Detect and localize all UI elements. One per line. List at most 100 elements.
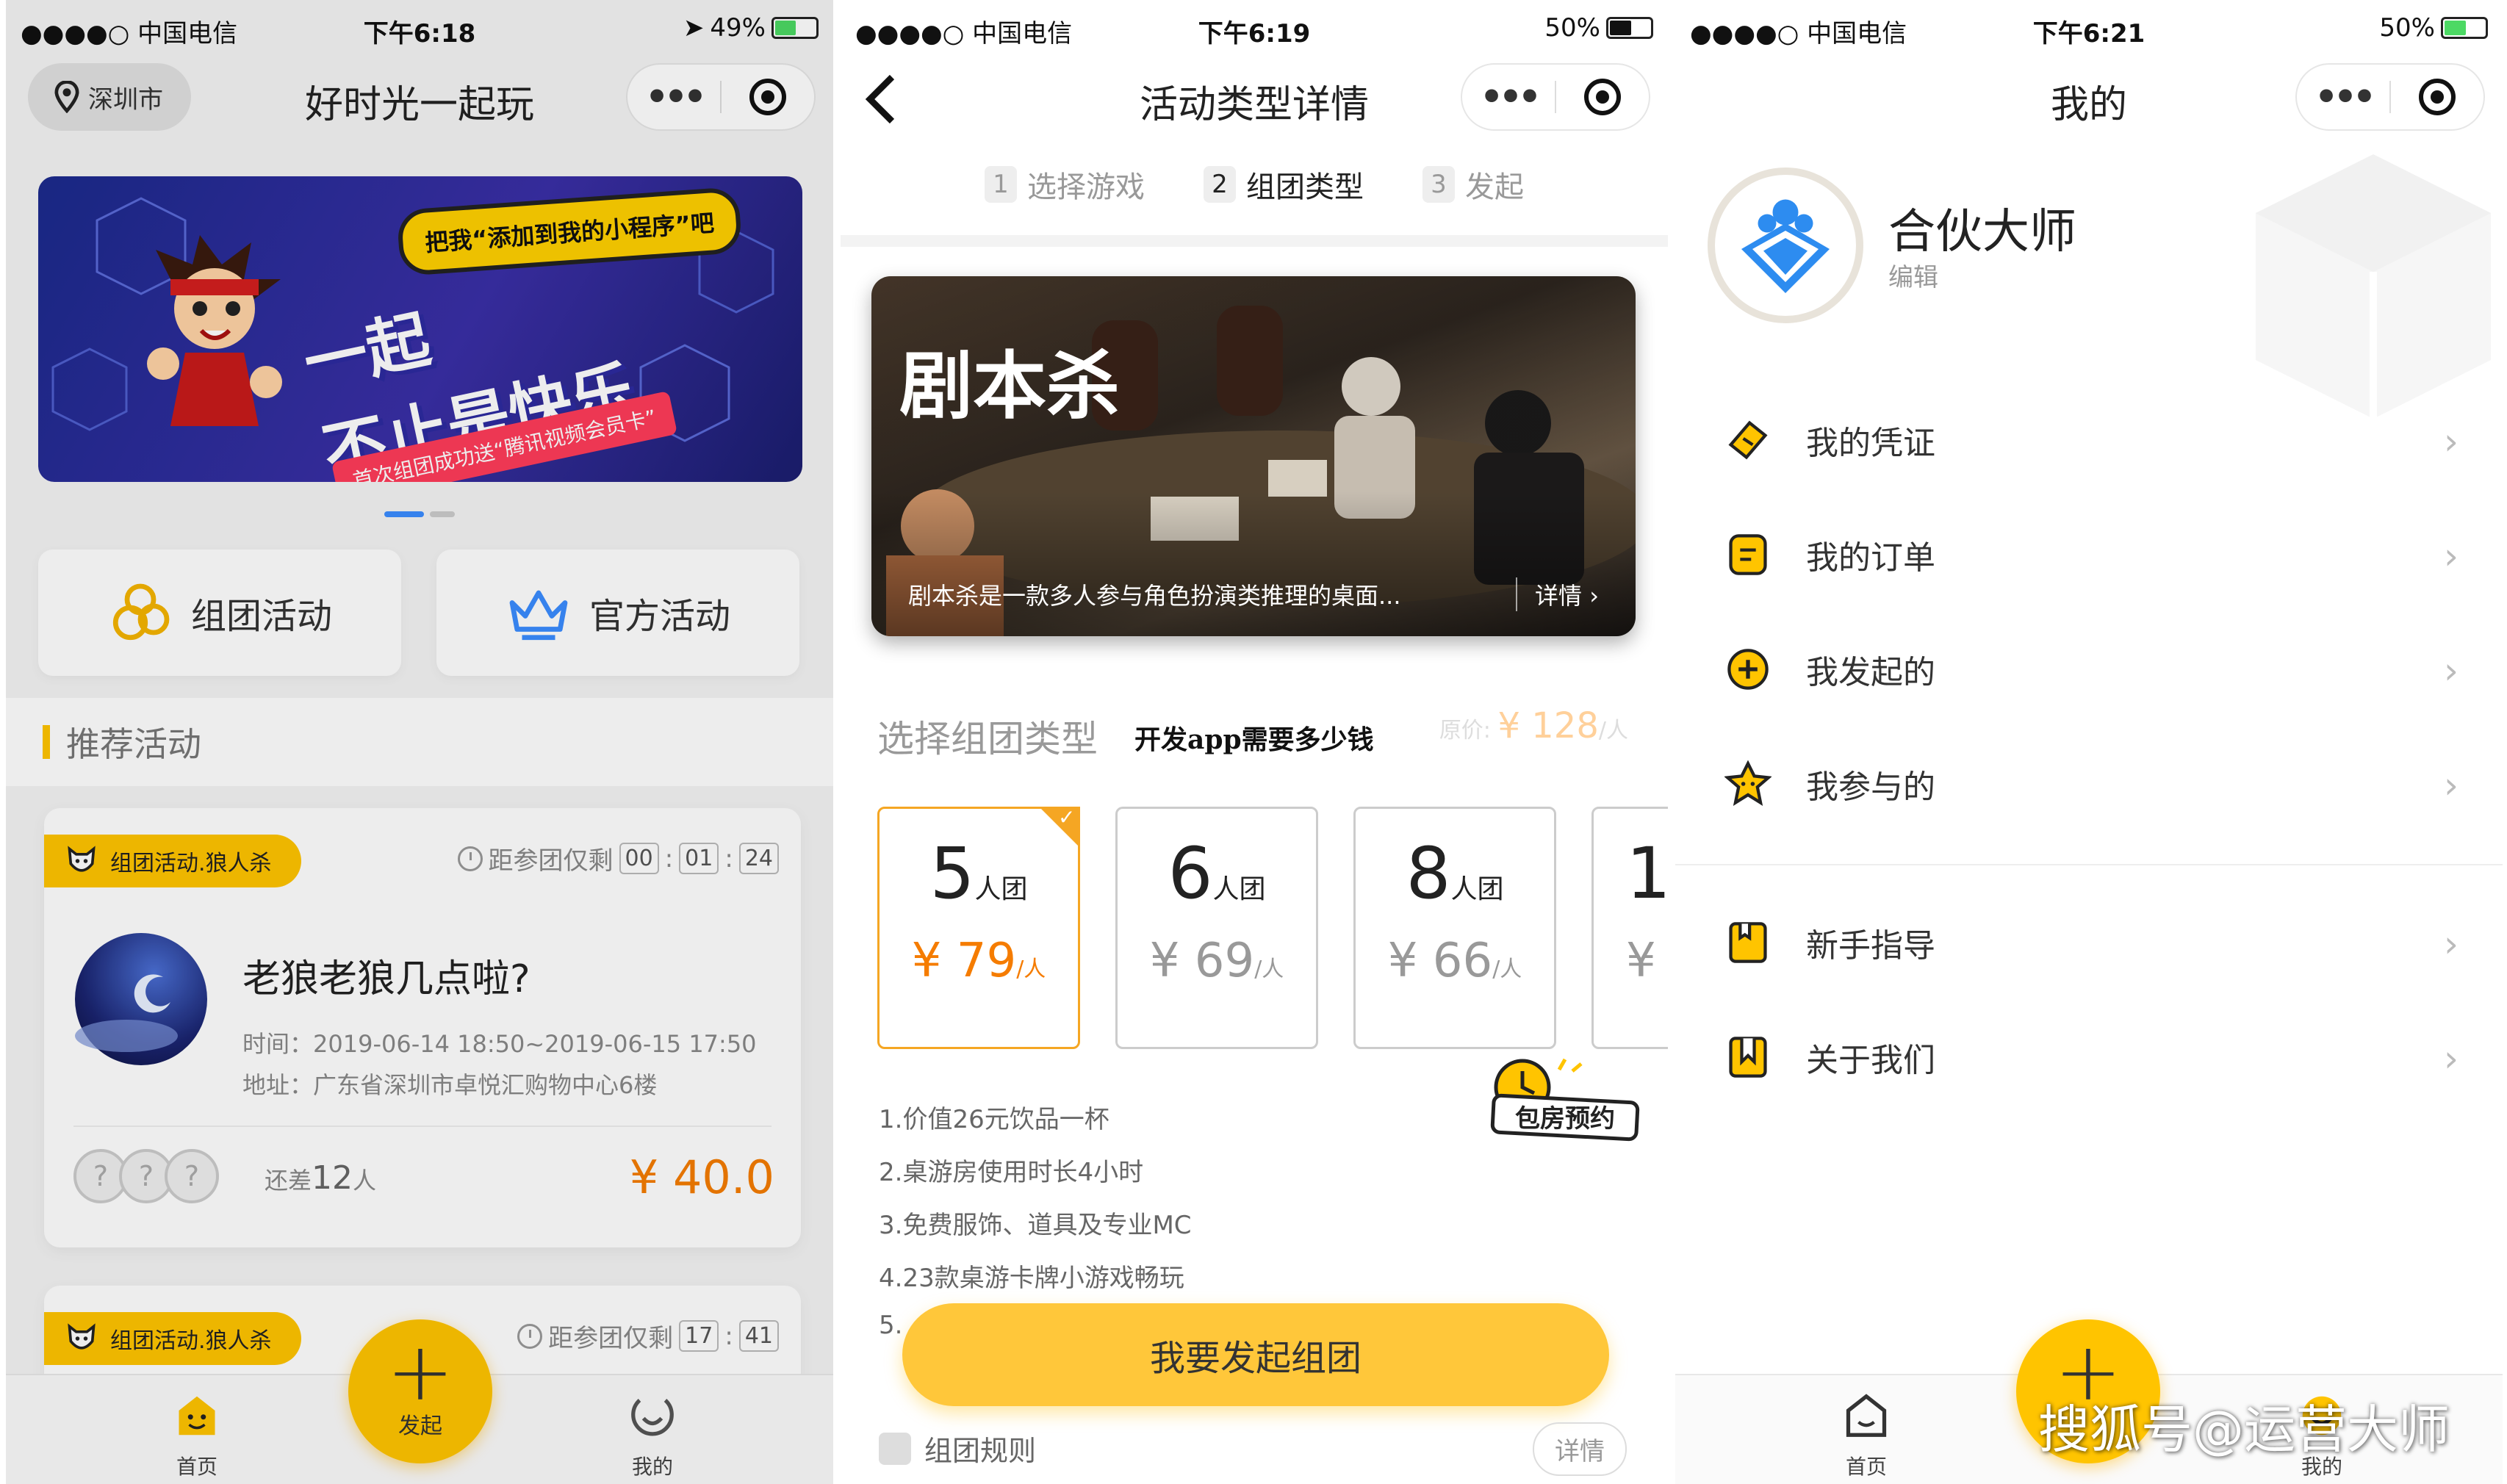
menu-about-us[interactable]: 关于我们 › — [1675, 1002, 2503, 1112]
group-activity-button[interactable]: 组团活动 — [38, 550, 401, 676]
game-description: 剧本杀是一款多人参与角色扮演类推理的桌面... — [908, 582, 1401, 610]
step-2[interactable]: 2 组团类型 — [1204, 163, 1364, 206]
promo-banner[interactable]: 一起 不止是快乐 首次组团成功送“腾讯视频会员卡” 把我“添加到我的小程序”吧 — [38, 176, 802, 482]
activity-time: 时间：2019-06-14 18:50~2019-06-15 17:50 — [242, 1030, 757, 1058]
tab-home-label: 首页 — [176, 1455, 217, 1479]
group-option-10[interactable]: 10 ¥ — [1591, 807, 1668, 1049]
battery-percent: 50% — [2379, 13, 2435, 43]
tab-mine[interactable]: 我的 — [594, 1390, 711, 1480]
battery-icon — [1606, 17, 1653, 39]
select-type-heading: 选择组团类型 — [877, 718, 1098, 760]
close-program-button[interactable] — [722, 79, 814, 115]
battery-icon — [2441, 17, 2488, 39]
target-icon — [749, 79, 786, 115]
step-number: 1 — [985, 166, 1017, 203]
activity-thumbnail — [75, 933, 207, 1065]
tab-home[interactable]: 首页 — [1808, 1390, 1925, 1480]
screen-profile: ●●●●○ 中国电信 下午6:21 50% 我的 ••• 合伙大师 编辑 我的凭 — [1675, 0, 2503, 1484]
activity-tag: 组团活动.狼人杀 — [44, 1312, 301, 1365]
battery-status: ➤ 49% — [683, 13, 819, 43]
chevron-right-icon: › — [2444, 420, 2459, 463]
activity-card[interactable]: 组团活动.狼人杀 距参团仅剩 00: 01: 24 老狼老狼几点啦? 时间：20… — [44, 808, 801, 1247]
original-price: 原价: ¥ 128/人 — [1439, 705, 1628, 746]
activity-tag-label: 组团活动.狼人杀 — [110, 1328, 272, 1354]
selected-check-icon — [1039, 805, 1080, 848]
location-arrow-icon: ➤ — [683, 13, 705, 43]
partner-logo-icon — [1741, 199, 1830, 293]
official-activity-button[interactable]: 官方活动 — [436, 550, 799, 676]
group-option-6[interactable]: 6人团 ¥ 69/人 — [1115, 807, 1318, 1049]
group-rules-label: 组团规则 — [924, 1435, 1037, 1467]
avatar: ? — [165, 1149, 219, 1203]
bookmark-icon — [1729, 1037, 1767, 1078]
benefit-item: 2.桌游房使用时长4小时 — [879, 1158, 1144, 1187]
menu-label: 关于我们 — [1806, 1042, 1935, 1079]
status-bar: ●●●●○ 中国电信 下午6:21 50% — [1675, 0, 2503, 59]
menu-my-voucher[interactable]: 我的凭证 › — [1675, 385, 2503, 495]
crown-icon — [509, 590, 568, 641]
remaining-suffix: 人 — [353, 1167, 377, 1195]
clock-icon — [457, 846, 483, 871]
group-option-8[interactable]: 8人团 ¥ 66/人 — [1353, 807, 1556, 1049]
menu-label: 我的订单 — [1806, 539, 1935, 577]
people-icon — [112, 583, 170, 641]
menu-label: 我发起的 — [1806, 654, 1935, 691]
order-list-icon — [1729, 534, 1767, 575]
tab-home[interactable]: 首页 — [138, 1390, 256, 1480]
status-time: 下午6:21 — [2032, 19, 2145, 48]
smile-icon — [631, 1399, 674, 1436]
section-recommended: 推荐活动 — [6, 698, 833, 786]
plus-icon: + — [386, 1325, 455, 1419]
step-number: 2 — [1204, 166, 1236, 203]
group-rules[interactable]: 组团规则 — [879, 1428, 1036, 1469]
menu-launched-by-me[interactable]: 我发起的 › — [1675, 614, 2503, 724]
home-face-icon — [1846, 1394, 1887, 1437]
option-price: ¥ 69 — [1149, 934, 1255, 988]
wolf-mask-icon — [68, 1323, 96, 1350]
chevron-right-icon: › — [2444, 649, 2459, 692]
remaining-count: 12 — [312, 1159, 353, 1197]
menu-beginner-guide[interactable]: 新手指导 › — [1675, 887, 2503, 998]
battery-percent: 49% — [710, 13, 766, 43]
close-program-button[interactable] — [1556, 79, 1649, 115]
edit-profile-link[interactable]: 编辑 — [1888, 257, 1938, 293]
step-1[interactable]: 1 选择游戏 — [985, 163, 1145, 206]
start-group-button[interactable]: 我要发起组团 — [902, 1303, 1609, 1406]
watermark-text: 开发app需要多少钱 — [1134, 724, 1374, 755]
battery-percent: 50% — [1544, 13, 1600, 43]
option-size: 10 — [1626, 832, 1668, 915]
benefit-item: 4.23款桌游卡牌小游戏畅玩 — [879, 1264, 1184, 1293]
chevron-right-icon: › — [2444, 764, 2459, 807]
game-hero-card[interactable]: 剧本杀 剧本杀是一款多人参与角色扮演类推理的桌面... 详情 › — [871, 276, 1636, 636]
group-activity-label: 组团活动 — [190, 596, 332, 637]
step-number: 3 — [1422, 166, 1455, 203]
avatar[interactable] — [1708, 168, 1863, 323]
mini-program-capsule: ••• — [1461, 63, 1650, 131]
activity-tag-label: 组团活动.狼人杀 — [110, 851, 272, 876]
cube-icon — [879, 1432, 911, 1465]
option-price: ¥ — [1626, 934, 1656, 988]
menu-label: 我参与的 — [1806, 768, 1935, 806]
rules-details-button[interactable]: 详情 — [1533, 1422, 1627, 1476]
activity-title: 老狼老狼几点啦? — [242, 957, 530, 1001]
target-icon — [1584, 79, 1621, 115]
nav-bar: 我的 ••• — [1675, 59, 2503, 138]
benefit-item: 3.免费服饰、道具及专业MC — [879, 1211, 1192, 1240]
headline-line-1: 一起 — [298, 303, 437, 401]
close-program-button[interactable] — [2391, 79, 2483, 115]
original-price-unit: /人 — [1598, 718, 1628, 743]
launch-fab-button[interactable]: + 发起 — [348, 1319, 492, 1463]
step-3[interactable]: 3 发起 — [1422, 163, 1524, 206]
group-option-5[interactable]: 5人团 ¥ 79/人 — [877, 805, 1080, 1049]
option-price: ¥ 66 — [1387, 934, 1493, 988]
chevron-right-icon: › — [2444, 535, 2459, 577]
countdown-label: 距参团仅剩 — [548, 1324, 674, 1353]
menu-my-orders[interactable]: 我的订单 › — [1675, 500, 2503, 610]
battery-status: 50% — [2379, 13, 2488, 43]
menu-joined-by-me[interactable]: 我参与的 › — [1675, 729, 2503, 839]
option-size: 8 — [1406, 832, 1451, 915]
countdown: 距参团仅剩 00: 01: 24 — [457, 840, 779, 876]
game-details-link[interactable]: 详情 › — [1516, 577, 1599, 611]
target-icon — [2419, 79, 2456, 115]
option-unit: 人团 — [1212, 874, 1266, 904]
